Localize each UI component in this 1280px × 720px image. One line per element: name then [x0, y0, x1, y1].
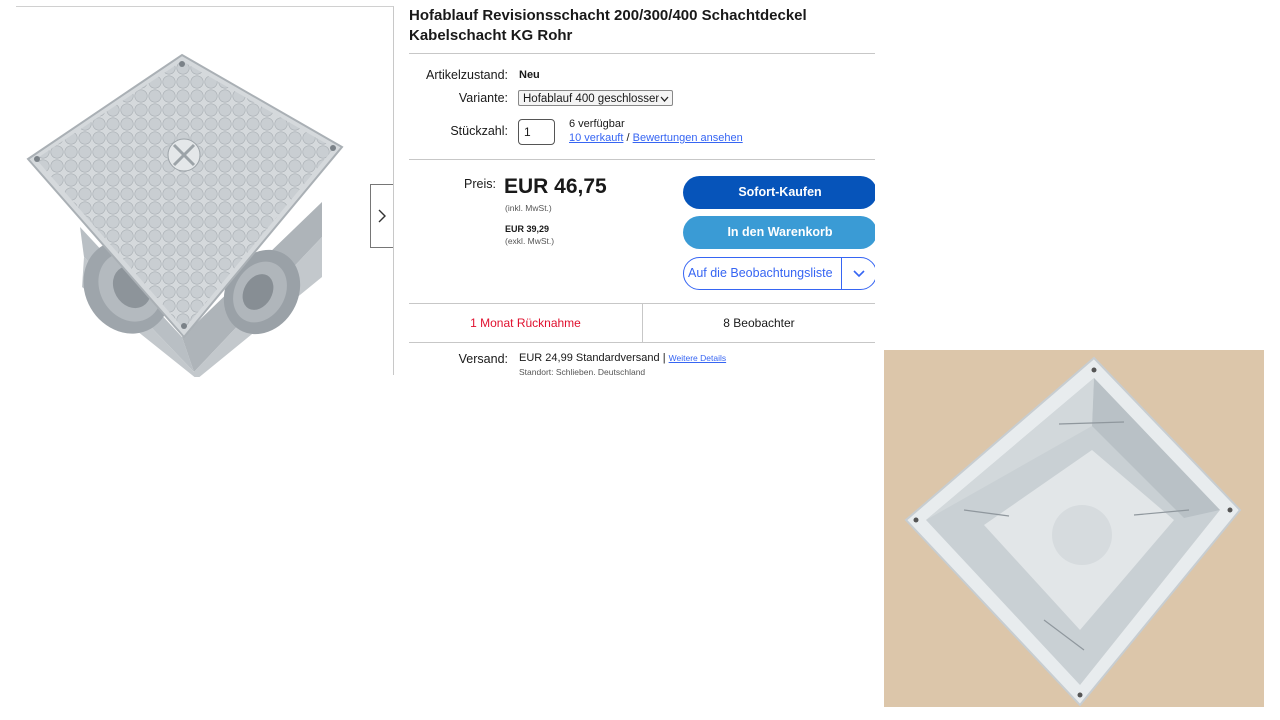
watchers-cell: 8 Beobachter: [643, 304, 875, 342]
divider: [409, 342, 875, 343]
divider: [409, 159, 875, 160]
open-box-photo: [884, 350, 1264, 707]
add-to-cart-button[interactable]: In den Warenkorb: [683, 216, 875, 249]
item-location: Standort: Schlieben, Deutschland: [519, 367, 646, 375]
reviews-link[interactable]: Bewertungen ansehen: [633, 132, 743, 144]
variant-label: Variante:: [458, 91, 508, 105]
returns-cell: 1 Monat Rücknahme: [409, 304, 643, 342]
quantity-input[interactable]: 1: [518, 119, 555, 145]
shipping-value: EUR 24,99 Standardversand |: [519, 352, 666, 364]
price-tax-note: (inkl. MwSt.): [505, 203, 552, 213]
chevron-down-icon: [853, 269, 865, 277]
buy-now-button[interactable]: Sofort-Kaufen: [683, 176, 875, 209]
add-to-watchlist-button[interactable]: Auf die Beobachtungsliste: [683, 257, 875, 290]
watchlist-label: Auf die Beobachtungsliste: [688, 266, 833, 280]
chevron-right-icon: [378, 209, 386, 223]
listing-title: Hofablauf Revisionsschacht 200/300/400 S…: [409, 7, 807, 44]
shipping-details-link[interactable]: Weitere Details: [669, 353, 726, 363]
price-net-note: (exkl. MwSt.): [505, 236, 555, 246]
separator-slash: /: [626, 132, 630, 144]
condition-value: Neu: [519, 69, 540, 81]
returns-text: 1 Monat Rücknahme: [470, 316, 581, 330]
condition-label: Artikelzustand:: [426, 68, 508, 82]
watchers-count: 8 Beobachter: [723, 316, 795, 330]
sold-link[interactable]: 10 verkauft: [569, 132, 623, 144]
price-net-value: EUR 39,29: [505, 224, 550, 234]
divider: [409, 53, 875, 54]
price-value: EUR 46,75: [504, 175, 607, 198]
listing-panel: Hofablauf Revisionsschacht 200/300/400 S…: [409, 6, 875, 375]
availability-text: 6 verfügbar: [569, 118, 625, 130]
product-image-open-view: [884, 350, 1264, 707]
image-gallery: [16, 6, 394, 377]
variant-select[interactable]: Hofablauf 400 geschlossen: [518, 90, 673, 106]
next-image-button[interactable]: [370, 184, 393, 248]
shipping-label: Versand:: [458, 352, 508, 366]
variant-select-value: Hofablauf 400 geschlossen: [523, 93, 662, 105]
chevron-down-icon: [659, 91, 669, 105]
product-image-lid-view[interactable]: [22, 47, 352, 377]
price-label: Preis:: [464, 177, 496, 191]
watchlist-options-button[interactable]: [841, 258, 875, 289]
quantity-label: Stückzahl:: [450, 124, 508, 138]
